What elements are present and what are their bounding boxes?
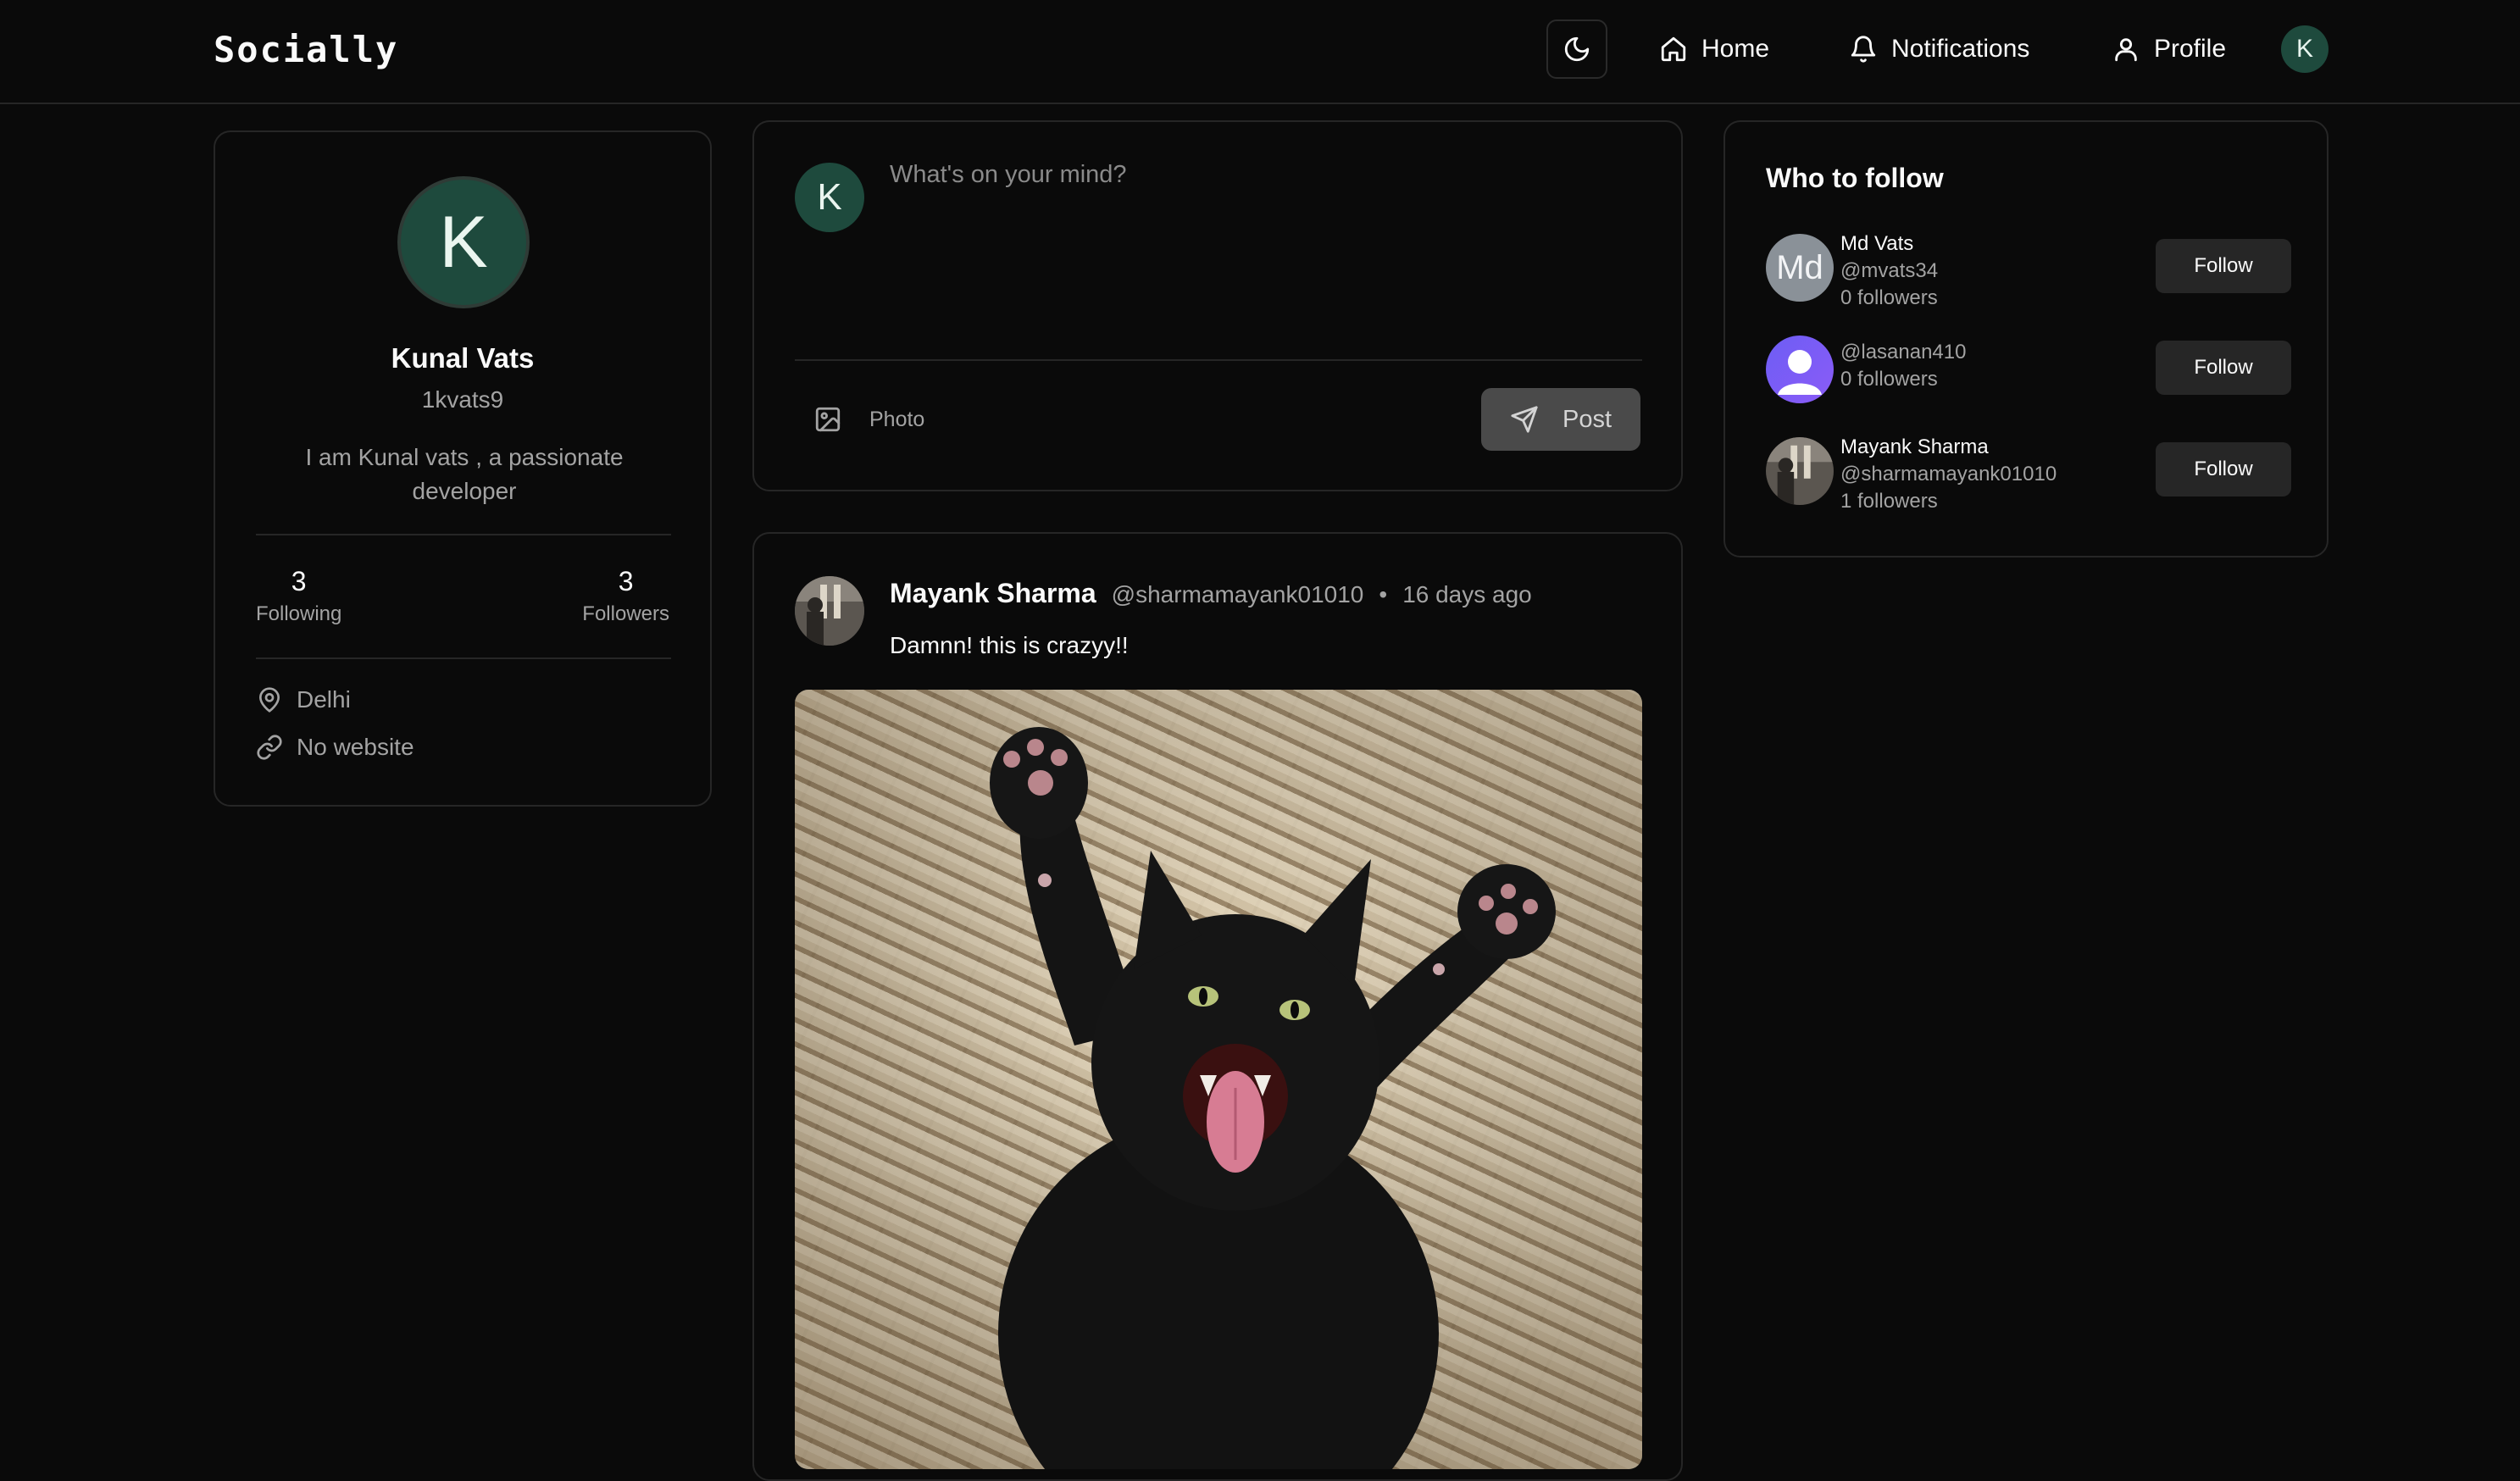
brand-logo[interactable]: Socially: [214, 29, 398, 70]
post-submit-label: Post: [1562, 405, 1612, 433]
suggested-user-name[interactable]: Mayank Sharma: [1840, 434, 2057, 461]
suggested-user-info: Md Vats @mvats34 0 followers: [1840, 230, 1938, 312]
suggested-user-info: Mayank Sharma @sharmamayank01010 1 follo…: [1840, 434, 2057, 515]
following-label: Following: [256, 602, 342, 625]
who-to-follow-card: Who to follow Md Md Vats @mvats34 0 foll…: [1723, 120, 2329, 557]
user-icon: [2115, 38, 2137, 62]
website-row: No website: [256, 734, 414, 761]
profile-avatar[interactable]: K: [397, 176, 530, 308]
top-navbar: Socially Home Notifications Profile K: [0, 0, 2520, 104]
suggested-user-handle: @mvats34: [1840, 259, 1939, 282]
suggested-user: Mayank Sharma @sharmamayank01010 1 follo…: [1766, 434, 2291, 513]
post-submit-button[interactable]: Post: [1481, 388, 1640, 451]
suggested-user-followers: 0 followers: [1840, 368, 1938, 391]
nav-home-label: Home: [1701, 35, 1770, 63]
nav-profile-link[interactable]: Profile: [2112, 27, 2226, 71]
post-author-name[interactable]: Mayank Sharma: [890, 578, 1096, 609]
follow-button[interactable]: Follow: [2156, 239, 2291, 293]
moon-icon: [1564, 36, 1590, 62]
post-header: Mayank Sharma @sharmamayank01010 • 16 da…: [890, 578, 1532, 609]
add-photo-button[interactable]: Photo: [813, 405, 924, 434]
composer-divider: [795, 359, 1642, 361]
profile-card: K Kunal Vats 1kvats9 I am Kunal vats , a…: [214, 130, 712, 807]
suggested-user-avatar[interactable]: [1766, 437, 1834, 505]
followers-count: 3: [618, 566, 634, 596]
home-icon: [1661, 36, 1686, 62]
followers-label: Followers: [582, 602, 669, 625]
map-pin-icon: [259, 687, 280, 713]
post-author-handle[interactable]: @sharmamayank01010: [1112, 581, 1364, 608]
suggested-user-info: @lasanan410 0 followers: [1840, 339, 1966, 393]
suggested-user: Md Md Vats @mvats34 0 followers Follow: [1766, 230, 2291, 309]
location-row: Delhi: [256, 686, 351, 713]
following-stat: 3 Following: [256, 566, 341, 626]
post-meta-separator: •: [1379, 581, 1388, 607]
nav-profile-label: Profile: [2154, 35, 2227, 63]
suggested-user-followers: 0 followers: [1840, 286, 1938, 309]
followers-stat: 3 Followers: [582, 566, 669, 626]
profile-divider: [256, 657, 671, 659]
profile-divider: [256, 534, 671, 535]
website-text: No website: [297, 734, 414, 760]
composer-avatar: K: [795, 163, 864, 232]
suggested-user: @lasanan410 0 followers Follow: [1766, 332, 2291, 408]
suggested-user-handle: @sharmamayank01010: [1840, 463, 2057, 485]
following-count: 3: [291, 566, 307, 596]
profile-name[interactable]: Kunal Vats: [215, 342, 710, 374]
theme-toggle-button[interactable]: [1546, 19, 1607, 79]
image-icon: [815, 407, 841, 432]
add-photo-label: Photo: [869, 407, 925, 431]
user-avatar-menu[interactable]: K: [2281, 25, 2329, 73]
suggested-user-followers: 1 followers: [1840, 490, 1938, 513]
suggested-user-avatar[interactable]: Md: [1766, 234, 1834, 302]
post-composer: K Photo Post: [752, 120, 1683, 491]
send-icon: [1511, 406, 1538, 433]
follow-button[interactable]: Follow: [2156, 442, 2291, 496]
who-to-follow-title: Who to follow: [1766, 163, 1944, 193]
suggested-user-handle[interactable]: @lasanan410: [1840, 339, 1966, 366]
post-timestamp: 16 days ago: [1402, 581, 1532, 607]
nav-notifications-label: Notifications: [1891, 35, 2030, 63]
post-content-input[interactable]: [890, 161, 1635, 313]
post-card: Mayank Sharma @sharmamayank01010 • 16 da…: [752, 532, 1683, 1481]
location-text: Delhi: [297, 686, 351, 713]
profile-username: 1kvats9: [421, 386, 504, 413]
user-photo-icon: [1766, 437, 1834, 505]
post-author-avatar[interactable]: [795, 576, 864, 646]
nav-notifications-link[interactable]: Notifications: [1849, 27, 2029, 71]
suggested-user-avatar[interactable]: [1766, 336, 1834, 403]
post-image[interactable]: [795, 690, 1642, 1469]
bell-icon: [1851, 36, 1876, 63]
suggested-user-name[interactable]: Md Vats: [1840, 230, 1938, 258]
link-icon: [257, 735, 282, 760]
kitten-illustration: [795, 690, 1642, 1469]
post-body-text: Damnn! this is crazyy!!: [890, 632, 1129, 658]
default-user-icon: [1778, 350, 1822, 395]
nav-home-link[interactable]: Home: [1659, 27, 1769, 71]
follow-button[interactable]: Follow: [2156, 341, 2291, 395]
profile-bio: I am Kunal vats , a passionate developer: [305, 444, 624, 504]
author-photo-icon: [795, 576, 864, 646]
